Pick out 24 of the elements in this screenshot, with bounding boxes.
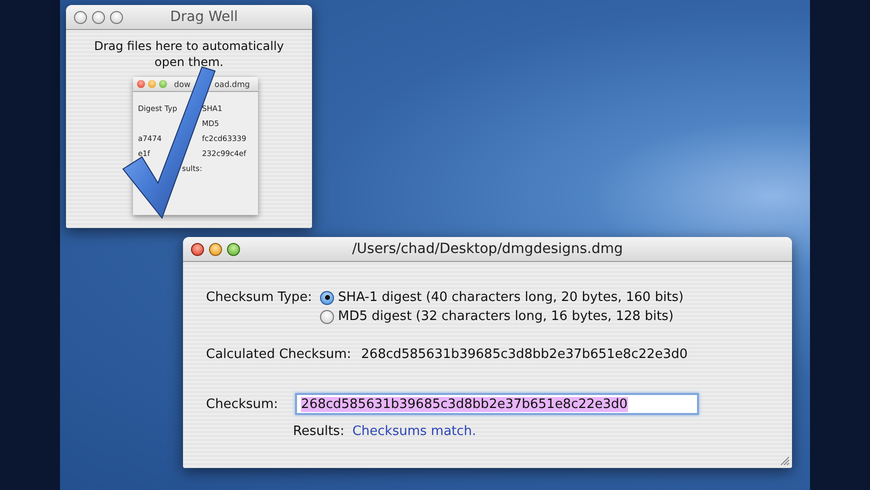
minimize-button[interactable] xyxy=(92,10,105,24)
window-title: Drag Well xyxy=(169,9,239,25)
close-button[interactable] xyxy=(191,242,204,256)
minimize-icon xyxy=(148,80,156,88)
resize-grip-icon[interactable] xyxy=(780,456,790,466)
zoom-button[interactable] xyxy=(110,10,123,24)
preview-title: dow xyxy=(174,80,191,88)
minimize-button[interactable] xyxy=(209,242,222,256)
window-title: /Users/chad/Desktop/dmgdesigns.dmg xyxy=(351,241,624,257)
radio-option[interactable]: SHA-1 digest (40 characters long, 20 bytes, 160 bits) xyxy=(320,290,684,305)
instruction-text: Drag files here to automatically open them. xyxy=(93,38,285,70)
checksum-label: Checksum: xyxy=(206,396,278,412)
radio-option[interactable]: MD5 digest (32 characters long, 16 bytes, 128 bits) xyxy=(320,309,684,324)
zoom-icon xyxy=(159,80,167,88)
results-text: Checksums match. xyxy=(352,424,476,439)
calculated-checksum-label: Calculated Checksum: xyxy=(206,347,352,362)
zoom-button[interactable] xyxy=(227,242,240,256)
close-icon xyxy=(137,80,145,88)
checksum-field[interactable]: 268cd585631b39685c3d8bb2e37b651e8c22e3d0 xyxy=(295,393,700,415)
close-button[interactable] xyxy=(74,10,87,24)
checksum-type-label: Checksum Type: xyxy=(206,290,312,305)
results-label: Results: xyxy=(293,424,344,439)
preview-title: oad.dmg xyxy=(214,80,250,88)
calculated-checksum-value: 268cd585631b39685c3d8bb2e37b651e8c22e3d0 xyxy=(361,347,688,362)
